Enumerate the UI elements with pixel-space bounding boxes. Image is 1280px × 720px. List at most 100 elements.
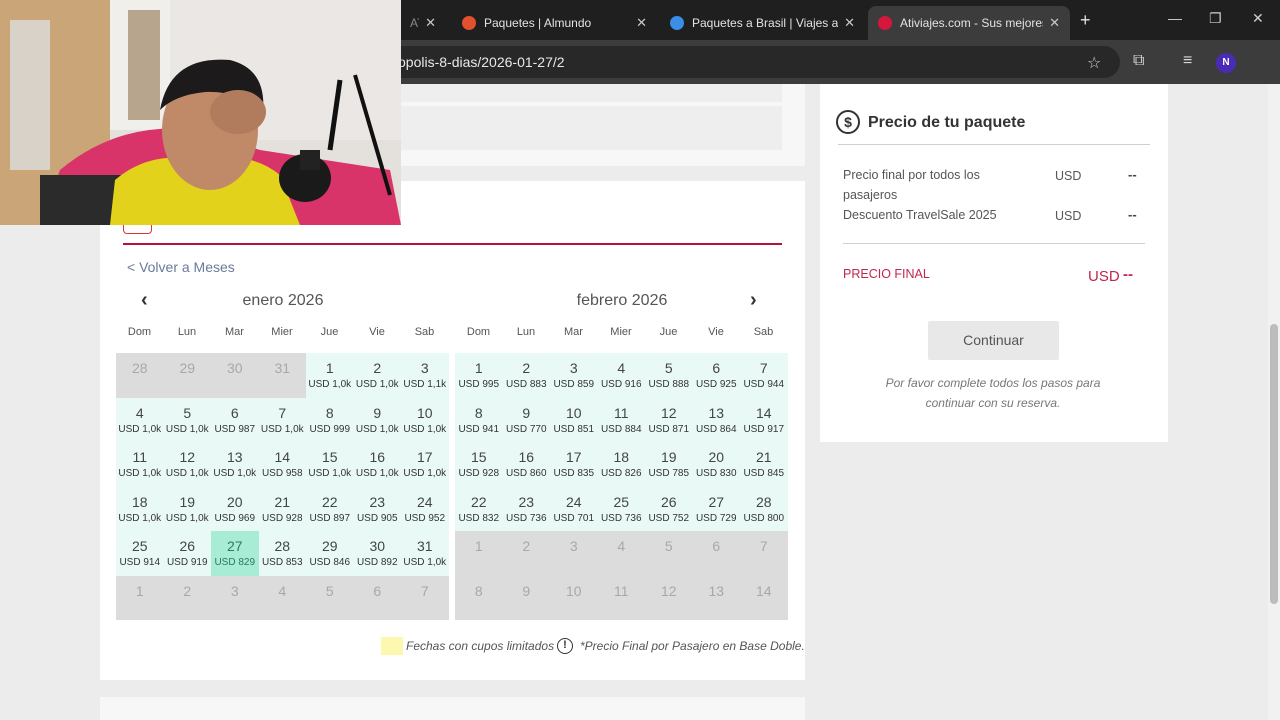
calendar-day[interactable]: 24 USD 701 (550, 486, 598, 531)
calendar-day[interactable]: 3 USD 1,1k (401, 353, 449, 398)
calendar-day[interactable]: 7 USD 1,0k (258, 397, 306, 442)
calendar-day[interactable]: 9 USD 770 (502, 397, 550, 442)
day-number: 2 (522, 360, 531, 376)
close-tab-icon[interactable]: ✕ (1049, 15, 1060, 31)
media-controls-icon[interactable]: ≡ (1183, 52, 1192, 70)
calendar-day[interactable]: 19 USD 1,0k (163, 486, 211, 531)
weekday-header: Lun (516, 326, 536, 338)
day-number: 17 (416, 449, 433, 465)
calendar-day[interactable]: 21 USD 845 (740, 442, 788, 487)
calendar-day[interactable]: 17 USD 835 (550, 442, 598, 487)
calendar-day[interactable]: 27 USD 729 (692, 486, 740, 531)
browser-tab-active[interactable]: Ativiajes.com - Sus mejores ✕ (868, 6, 1070, 40)
calendar-day[interactable]: 7 USD 944 (740, 353, 788, 398)
bookmark-star-icon[interactable]: ☆ (1087, 53, 1101, 73)
calendar-day[interactable]: 10 USD 1,0k (401, 397, 449, 442)
calendar-day[interactable]: 2 USD 1,0k (353, 353, 401, 398)
close-tab-icon[interactable]: ✕ (636, 15, 647, 31)
calendar-day[interactable]: 15 USD 928 (455, 442, 503, 487)
calendar-day[interactable]: 6 USD 925 (692, 353, 740, 398)
almundo-favicon-icon (462, 16, 476, 30)
calendar-day[interactable]: 11 USD 1,0k (116, 442, 164, 487)
calendar-day[interactable]: 5 USD 1,0k (163, 397, 211, 442)
new-tab-button[interactable]: + (1080, 10, 1091, 31)
calendar-day[interactable]: 22 USD 832 (455, 486, 503, 531)
browser-tab[interactable]: Paquetes | Almundo ✕ (452, 6, 657, 40)
calendar-day[interactable]: 4 USD 916 (597, 353, 645, 398)
day-number: 5 (664, 538, 673, 554)
calendar-day: 9 (502, 575, 550, 620)
browser-tab[interactable]: ATI ✕ (400, 6, 446, 40)
browser-tab[interactable]: Paquetes a Brasil | Viajes a B ✕ (660, 6, 865, 40)
calendar-day: 4 (597, 531, 645, 576)
day-number: 24 (565, 493, 582, 510)
restore-button[interactable]: ❐ (1209, 10, 1222, 27)
calendar-day[interactable]: 13 USD 864 (692, 397, 740, 442)
url-text[interactable]: opolis-8-dias/2026-01-27/2 (398, 54, 565, 70)
continue-button[interactable]: Continuar (928, 321, 1059, 360)
calendar-day[interactable]: 29 USD 846 (306, 531, 354, 576)
close-tab-icon[interactable]: ✕ (844, 15, 855, 31)
calendar-day[interactable]: 14 USD 958 (258, 442, 306, 487)
calendar-day[interactable]: 4 USD 1,0k (116, 397, 164, 442)
calendar-day[interactable]: 1 USD 1,0k (306, 353, 354, 398)
calendar-day[interactable]: 28 USD 800 (740, 486, 788, 531)
calendar-day[interactable]: 6 USD 987 (211, 397, 259, 442)
calendar-day[interactable]: 8 USD 941 (455, 397, 503, 442)
field-box (400, 84, 782, 102)
calendar-day[interactable]: 31 USD 1,0k (401, 531, 449, 576)
calendar-day[interactable]: 9 USD 1,0k (353, 397, 401, 442)
calendar-day[interactable]: 2 USD 883 (502, 353, 550, 398)
day-price: USD 845 (743, 468, 785, 479)
day-number: 21 (274, 493, 291, 510)
calendar-day-selected[interactable]: 27 USD 829 (211, 531, 259, 576)
calendar-day[interactable]: 13 USD 1,0k (211, 442, 259, 487)
minimize-button[interactable]: — (1168, 10, 1182, 26)
calendar-day[interactable]: 18 USD 826 (597, 442, 645, 487)
calendar-day[interactable]: 20 USD 969 (211, 486, 259, 531)
calendar-day[interactable]: 23 USD 736 (502, 486, 550, 531)
page-scrollbar[interactable] (1268, 84, 1280, 720)
profile-avatar[interactable]: N (1216, 53, 1236, 73)
calendar-day[interactable]: 8 USD 999 (306, 397, 354, 442)
calendar-day[interactable]: 15 USD 1,0k (306, 442, 354, 487)
day-number: 18 (131, 493, 148, 510)
back-to-months-link[interactable]: < Volver a Meses (127, 259, 235, 275)
day-price: USD 1,0k (165, 468, 209, 479)
calendar-day[interactable]: 10 USD 851 (550, 397, 598, 442)
calendar-day[interactable]: 20 USD 830 (692, 442, 740, 487)
calendar-day[interactable]: 18 USD 1,0k (116, 486, 164, 531)
day-number: 1 (325, 360, 334, 376)
previous-month-arrow-icon[interactable]: ‹ (141, 289, 148, 312)
calendar-day[interactable]: 21 USD 928 (258, 486, 306, 531)
calendar-day[interactable]: 12 USD 871 (645, 397, 693, 442)
calendar-day[interactable]: 16 USD 1,0k (353, 442, 401, 487)
calendar-day[interactable]: 25 USD 736 (597, 486, 645, 531)
close-tab-icon[interactable]: ✕ (425, 15, 436, 31)
scrollbar-thumb[interactable] (1270, 324, 1278, 604)
calendar-day: 13 (692, 575, 740, 620)
calendar-day[interactable]: 1 USD 995 (455, 353, 503, 398)
close-window-button[interactable]: ✕ (1252, 10, 1264, 27)
calendar-day[interactable]: 25 USD 914 (116, 531, 164, 576)
calendar-day[interactable]: 23 USD 905 (353, 486, 401, 531)
calendar-day[interactable]: 5 USD 888 (645, 353, 693, 398)
calendar-day[interactable]: 3 USD 859 (550, 353, 598, 398)
calendar-day[interactable]: 14 USD 917 (740, 397, 788, 442)
calendar-day[interactable]: 17 USD 1,0k (401, 442, 449, 487)
calendar-day[interactable]: 26 USD 919 (163, 531, 211, 576)
calendar-day[interactable]: 30 USD 892 (353, 531, 401, 576)
calendar-day[interactable]: 12 USD 1,0k (163, 442, 211, 487)
next-month-arrow-icon[interactable]: › (750, 289, 757, 312)
day-price: USD 987 (214, 423, 256, 435)
calendar-day[interactable]: 11 USD 884 (597, 397, 645, 442)
calendar-day: 2 (502, 531, 550, 576)
calendar-day[interactable]: 28 USD 853 (258, 531, 306, 576)
calendar-day[interactable]: 19 USD 785 (645, 442, 693, 487)
extensions-icon[interactable]: ⧉ (1133, 52, 1144, 70)
calendar-day: 11 (597, 575, 645, 620)
calendar-day[interactable]: 16 USD 860 (502, 442, 550, 487)
calendar-day[interactable]: 24 USD 952 (401, 486, 449, 531)
calendar-day[interactable]: 22 USD 897 (306, 486, 354, 531)
calendar-day[interactable]: 26 USD 752 (645, 486, 693, 531)
